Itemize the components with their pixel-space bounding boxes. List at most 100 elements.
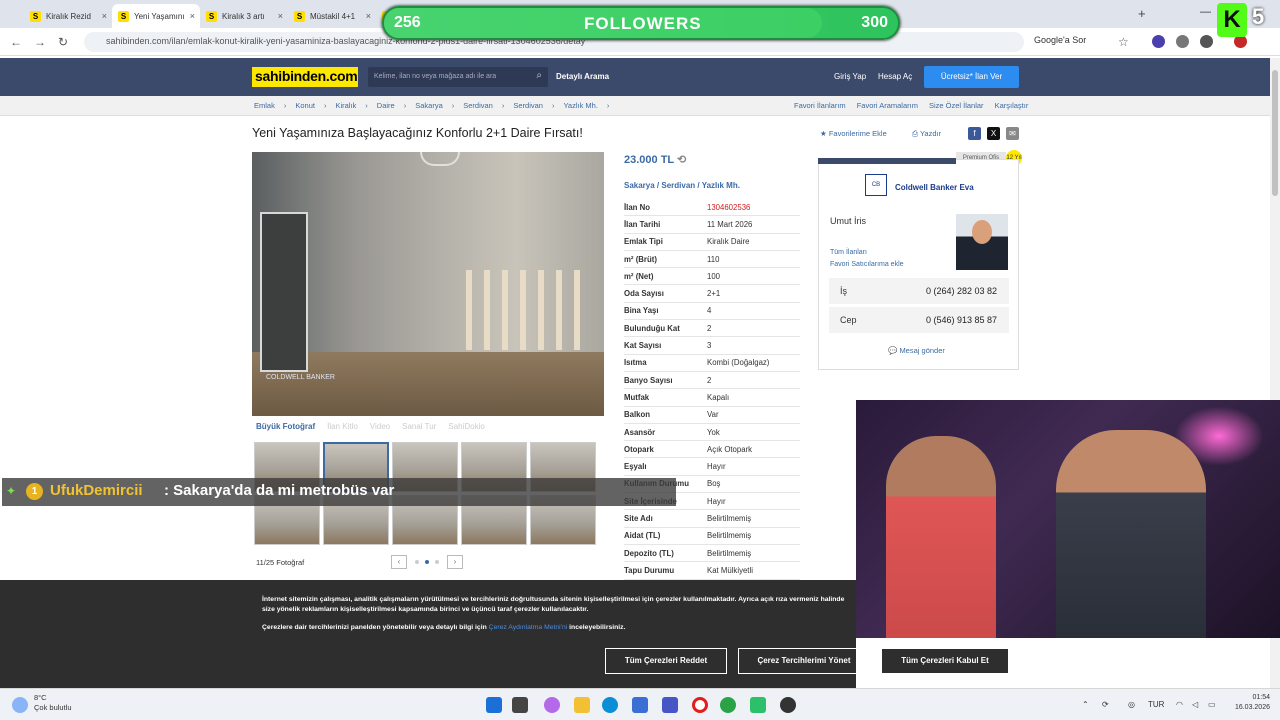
obs-icon[interactable] xyxy=(780,697,796,713)
search-placeholder: Kelime, ilan no veya mağaza adı ile ara xyxy=(374,73,497,80)
cookie-policy-link[interactable]: Çerez Aydınlatma Metni'ni xyxy=(489,624,568,631)
breadcrumb-item[interactable]: Serdivan xyxy=(513,101,543,110)
detailed-search-link[interactable]: Detaylı Arama xyxy=(556,72,609,81)
all-ads-link[interactable]: Tüm İlanları xyxy=(830,249,867,256)
facebook-icon[interactable]: f xyxy=(968,127,981,140)
x-icon[interactable]: X xyxy=(987,127,1000,140)
mail-icon[interactable]: ✉ xyxy=(1006,127,1019,140)
photo-tool-0[interactable]: Büyük Fotoğraf xyxy=(256,422,315,431)
back-icon[interactable]: ← xyxy=(10,35,22,49)
user-link[interactable]: Size Özel İlanlar xyxy=(929,101,984,110)
accept-cookies-button[interactable]: Tüm Çerezleri Kabul Et xyxy=(881,648,1009,674)
edge-icon[interactable] xyxy=(602,697,618,713)
breadcrumb-item[interactable]: Yazlık Mh. xyxy=(563,101,597,110)
search-icon[interactable]: ⌕ xyxy=(536,70,542,81)
extension-icon[interactable] xyxy=(1176,35,1189,48)
site-search-input[interactable]: Kelime, ilan no veya mağaza adı ile ara ⌕ xyxy=(368,67,548,87)
user-link[interactable]: Favori İlanlarım xyxy=(794,101,846,110)
bookmark-star-icon[interactable]: ☆ xyxy=(1118,35,1129,49)
location-link[interactable]: Yazlık Mh. xyxy=(702,181,740,190)
sync-icon[interactable]: ⟳ xyxy=(1102,700,1109,709)
detail-row: Depozito (TL) Belirtilmemiş xyxy=(624,545,800,563)
clock-date: 16.03.2026 xyxy=(1234,704,1270,711)
detail-key: Balkon xyxy=(624,410,650,420)
app-icon[interactable] xyxy=(750,697,766,713)
close-tab-icon[interactable]: × xyxy=(102,11,107,21)
breadcrumb-item[interactable]: Emlak xyxy=(254,101,275,110)
stair-railing xyxy=(466,270,586,350)
firm-logo[interactable]: CB xyxy=(865,174,887,196)
extensions-puzzle-icon[interactable] xyxy=(1200,35,1213,48)
reject-cookies-button[interactable]: Tüm Çerezleri Reddet xyxy=(605,648,727,674)
detail-value: Var xyxy=(707,410,719,420)
signup-link[interactable]: Hesap Aç xyxy=(878,72,912,81)
pager-dot[interactable] xyxy=(425,560,429,564)
agent-photo xyxy=(956,214,1008,270)
breadcrumb-item[interactable]: Sakarya xyxy=(415,101,443,110)
new-tab-button[interactable]: + xyxy=(1138,6,1146,21)
file-explorer-icon[interactable] xyxy=(574,697,590,713)
clock[interactable]: 01:54 16.03.2026 xyxy=(1226,693,1270,713)
teams-icon[interactable] xyxy=(662,697,678,713)
close-tab-icon[interactable]: × xyxy=(190,11,195,21)
detail-key: Aidat (TL) xyxy=(624,531,661,541)
phone-number[interactable]: 0 (264) 282 03 82 xyxy=(926,286,997,296)
login-link[interactable]: Giriş Yap xyxy=(834,72,866,81)
pager-dot[interactable] xyxy=(415,560,419,564)
user-link[interactable]: Karşılaştır xyxy=(995,101,1029,110)
detail-value: 110 xyxy=(707,254,720,264)
minimize-icon[interactable]: — xyxy=(1200,6,1211,18)
language-indicator[interactable]: TUR xyxy=(1148,700,1164,709)
favorite-seller-link[interactable]: Favori Satıcılarıma ekle xyxy=(830,261,904,268)
detail-row: Kat Sayısı 3 xyxy=(624,337,800,355)
breadcrumb-item[interactable]: Kiralık xyxy=(335,101,356,110)
send-message-link[interactable]: 💬 Mesaj gönder xyxy=(888,346,945,355)
close-tab-icon[interactable]: × xyxy=(278,11,283,21)
reload-icon[interactable]: ↻ xyxy=(58,35,68,49)
location-link[interactable]: Sakarya xyxy=(624,181,655,190)
volume-icon[interactable]: ◁ xyxy=(1192,700,1198,709)
site-favicon-icon: S xyxy=(206,10,217,22)
price-history-icon[interactable]: ⟲ xyxy=(677,154,686,166)
user-link[interactable]: Favori Aramalarım xyxy=(857,101,918,110)
browser-tab[interactable]: S Kiralık 3 artı × xyxy=(200,4,288,28)
main-photo[interactable]: COLDWELL BANKER xyxy=(252,152,604,416)
tray-chevron-icon[interactable]: ⌃ xyxy=(1082,700,1089,709)
scrollbar-thumb[interactable] xyxy=(1272,70,1278,196)
detail-row: Banyo Sayısı 2 xyxy=(624,372,800,390)
store-icon[interactable] xyxy=(632,697,648,713)
weather-widget[interactable]: 8°C Çok bulutlu xyxy=(34,693,72,713)
detail-row: Otopark Açık Otopark xyxy=(624,441,800,459)
browser-tab[interactable]: S Yeni Yaşamını × xyxy=(112,4,200,28)
add-favorite-link[interactable]: ★ Favorilerime Ekle xyxy=(820,129,887,138)
post-ad-button[interactable]: Ücretsiz* İlan Ver xyxy=(924,66,1019,88)
forward-icon[interactable]: → xyxy=(34,35,46,49)
wifi-icon[interactable]: ◠ xyxy=(1176,700,1183,709)
prev-icon[interactable]: ‹ xyxy=(391,555,407,569)
cookie-prefs-button[interactable]: Çerez Tercihlerimi Yönet xyxy=(738,648,870,674)
start-icon[interactable] xyxy=(486,697,502,713)
copilot-icon[interactable] xyxy=(544,697,560,713)
battery-icon[interactable]: ▭ xyxy=(1208,700,1216,709)
breadcrumb-item[interactable]: Serdivan xyxy=(463,101,493,110)
pager-dot[interactable] xyxy=(435,560,439,564)
print-link[interactable]: ⎙ Yazdır xyxy=(912,129,941,139)
browser-tab[interactable]: S Müstakil 4+1 × xyxy=(288,4,376,28)
phone-number[interactable]: 0 (546) 913 85 87 xyxy=(926,315,997,325)
task-view-icon[interactable] xyxy=(512,697,528,713)
breadcrumb-item[interactable]: Konut xyxy=(295,101,315,110)
google-ask-button[interactable]: Google'a Sor xyxy=(1034,35,1086,45)
site-logo[interactable]: sahibinden.com xyxy=(252,67,358,87)
location-link[interactable]: Serdivan xyxy=(661,181,695,190)
weather-icon[interactable] xyxy=(12,697,28,713)
firm-name[interactable]: Coldwell Banker Eva xyxy=(895,183,974,192)
next-icon[interactable]: › xyxy=(447,555,463,569)
close-tab-icon[interactable]: × xyxy=(366,11,371,21)
extension-icon[interactable] xyxy=(1152,35,1165,48)
chrome-icon[interactable] xyxy=(720,697,736,713)
browser-tab[interactable]: S Kiralık Rezid × xyxy=(24,4,112,28)
breadcrumb-item[interactable]: Daire xyxy=(377,101,395,110)
headset-icon[interactable]: ◎ xyxy=(1128,700,1135,709)
opera-icon[interactable] xyxy=(692,697,708,713)
photo-tool-2: Video xyxy=(369,422,391,431)
